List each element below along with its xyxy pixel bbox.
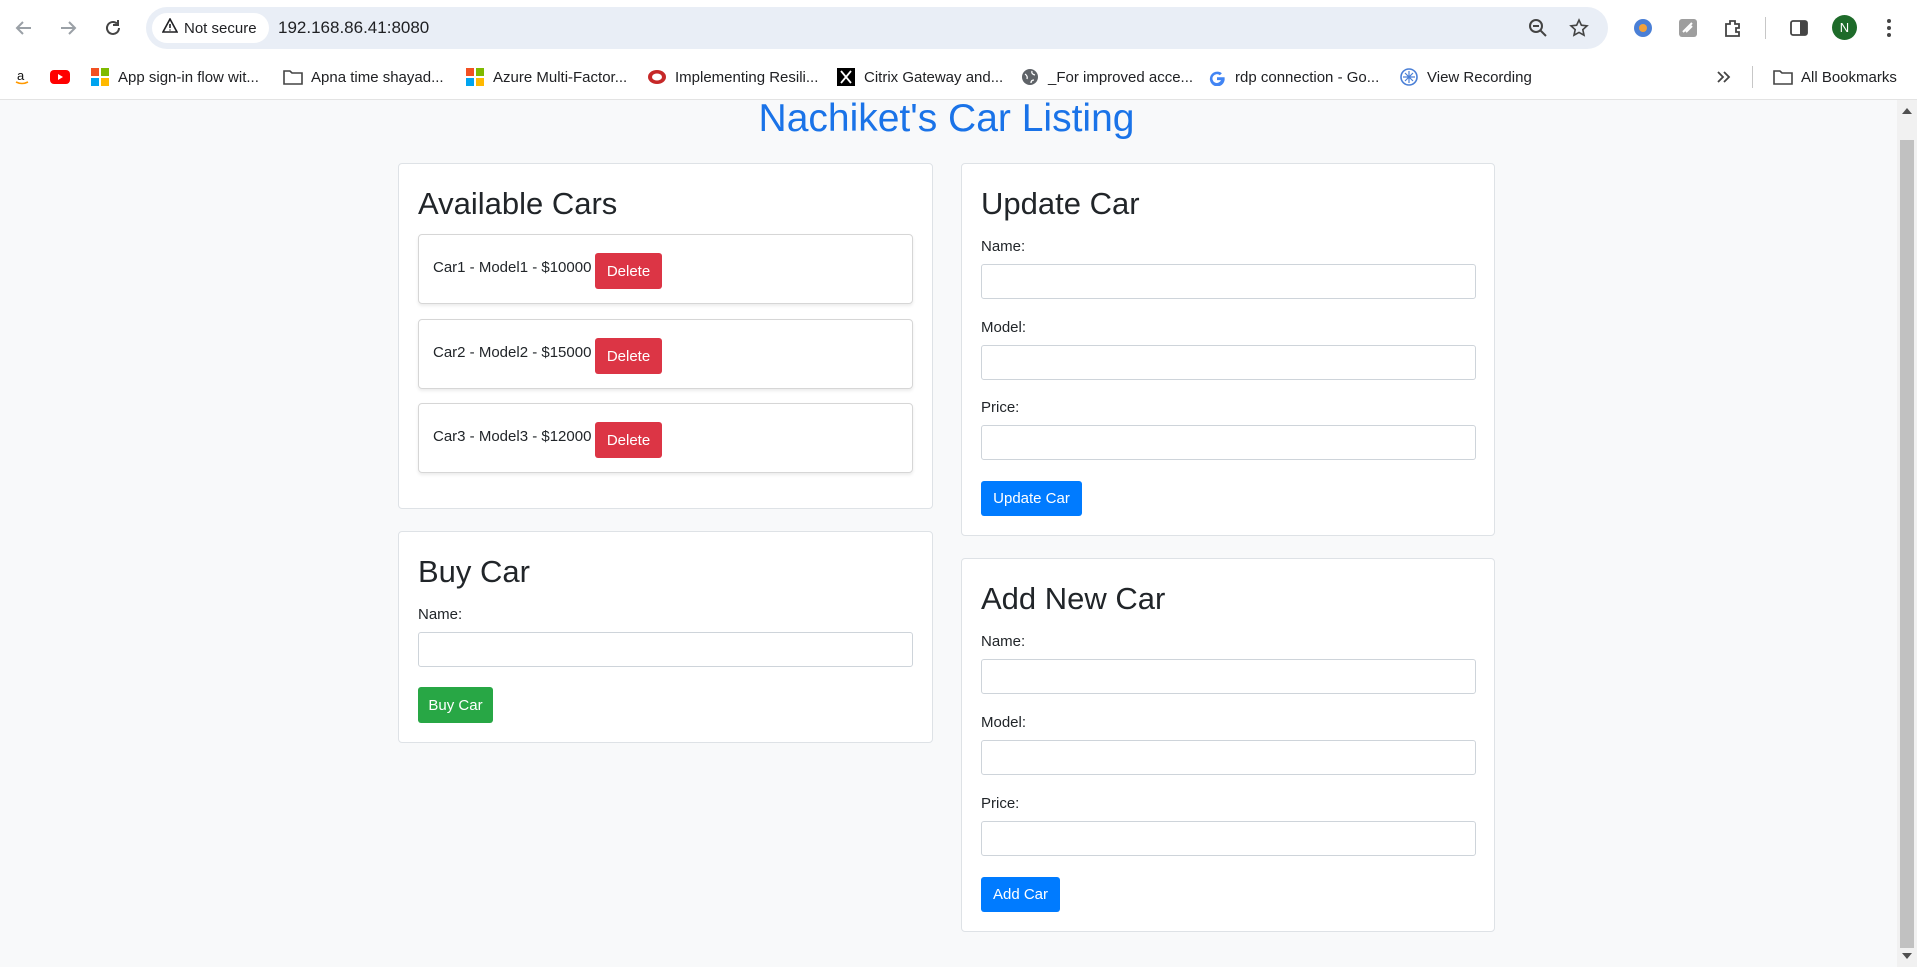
available-cars-card: Available Cars Car1 - Model1 - $10000 De… [398, 163, 933, 509]
svg-text:a: a [17, 68, 25, 83]
bookmark-item[interactable]: Implementing Resili... [647, 65, 818, 89]
url-text[interactable]: 192.168.86.41:8080 [278, 18, 429, 38]
add-car-heading: Add New Car [981, 581, 1166, 616]
reload-icon[interactable] [97, 12, 129, 44]
add-car-card: Add New Car Name: Model: Price: Add Car [961, 558, 1495, 932]
profile-avatar[interactable]: N [1832, 15, 1857, 40]
add-price-input[interactable] [981, 821, 1476, 856]
car-item-text: Car3 - Model3 - $12000 [433, 428, 592, 445]
add-model-input[interactable] [981, 740, 1476, 775]
update-model-input[interactable] [981, 345, 1476, 380]
page-title: Nachiket's Car Listing [758, 100, 1135, 140]
extensions-puzzle-icon[interactable] [1718, 13, 1748, 43]
buy-name-input[interactable] [418, 632, 913, 667]
buy-car-button[interactable]: Buy Car [418, 687, 493, 723]
add-name-label: Name: [981, 633, 1026, 650]
zoom-icon[interactable] [1526, 16, 1550, 40]
bookmark-label: Citrix Gateway and... [864, 68, 1004, 86]
update-price-label: Price: [981, 399, 1020, 416]
add-name-input[interactable] [981, 659, 1476, 694]
car-item-text: Car1 - Model1 - $10000 [433, 259, 592, 276]
scroll-down-arrow-icon[interactable] [1902, 953, 1912, 959]
bookmark-item[interactable]: rdp connection - Go... [1207, 65, 1379, 89]
bookmark-label: _For improved acce... [1048, 68, 1194, 86]
folder-icon [283, 67, 303, 87]
bookmark-label: App sign-in flow wit... [118, 68, 259, 86]
microsoft-icon [90, 67, 110, 87]
back-icon[interactable] [8, 12, 40, 44]
warning-icon [161, 17, 179, 38]
update-price-input[interactable] [981, 425, 1476, 460]
more-bookmarks-chevron-icon[interactable] [1716, 65, 1732, 89]
bookmark-label: Apna time shayad... [311, 68, 444, 86]
delete-car-button[interactable]: Delete [595, 253, 662, 289]
amazon-icon: a [12, 67, 32, 87]
bookmarks-divider [1752, 66, 1753, 88]
buy-car-heading: Buy Car [418, 554, 530, 589]
delete-car-button[interactable]: Delete [595, 422, 662, 458]
security-label: Not secure [184, 19, 257, 37]
toolbar-divider [1765, 17, 1766, 39]
bookmark-label: Azure Multi-Factor... [493, 68, 628, 86]
bookmark-label: View Recording [1427, 68, 1532, 86]
bookmark-item[interactable]: Citrix Gateway and... [836, 65, 1003, 89]
buy-name-label: Name: [418, 606, 463, 623]
address-bar[interactable]: Not secure 192.168.86.41:8080 [146, 7, 1608, 49]
page-scrollbar[interactable] [1897, 100, 1917, 967]
update-car-heading: Update Car [981, 186, 1140, 221]
bookmark-folder[interactable]: Apna time shayad... [283, 65, 444, 89]
folder-icon [1773, 67, 1793, 87]
update-name-label: Name: [981, 238, 1026, 255]
add-price-label: Price: [981, 795, 1020, 812]
update-name-input[interactable] [981, 264, 1476, 299]
bookmark-label: rdp connection - Go... [1235, 68, 1380, 86]
car-item-text: Car2 - Model2 - $15000 [433, 344, 592, 361]
recording-icon [1399, 67, 1419, 87]
add-car-button[interactable]: Add Car [981, 877, 1060, 912]
bookmark-item[interactable]: Azure Multi-Factor... [465, 65, 627, 89]
site-logo-icon [647, 67, 667, 87]
bookmark-item[interactable]: App sign-in flow wit... [90, 65, 259, 89]
car-list-item: Car2 - Model2 - $15000 Delete [418, 319, 913, 389]
globe-icon [1020, 67, 1040, 87]
page-viewport: Nachiket's Car Listing Available Cars Ca… [0, 100, 1897, 967]
update-model-label: Model: [981, 319, 1027, 336]
forward-icon[interactable] [52, 12, 84, 44]
site-security-chip[interactable]: Not secure [152, 13, 269, 43]
side-panel-icon[interactable] [1784, 13, 1814, 43]
bookmark-amazon[interactable]: a [12, 65, 32, 89]
kebab-menu-icon[interactable] [1874, 13, 1904, 43]
all-bookmarks-button[interactable]: All Bookmarks [1773, 65, 1897, 89]
extension-icon[interactable] [1628, 13, 1658, 43]
available-cars-heading: Available Cars [418, 186, 618, 221]
youtube-icon [50, 67, 70, 87]
extension-icon[interactable] [1673, 13, 1703, 43]
all-bookmarks-label: All Bookmarks [1801, 68, 1897, 86]
bookmark-youtube[interactable] [50, 65, 70, 89]
browser-toolbar: Not secure 192.168.86.41:8080 N [0, 0, 1917, 55]
microsoft-icon [465, 67, 485, 87]
x-logo-icon [836, 67, 856, 87]
bookmark-label: Implementing Resili... [675, 68, 819, 86]
update-car-button[interactable]: Update Car [981, 481, 1082, 516]
google-icon [1207, 67, 1227, 87]
delete-car-button[interactable]: Delete [595, 338, 662, 374]
scroll-up-arrow-icon[interactable] [1902, 108, 1912, 114]
bookmarks-bar: a App sign-in flow wit... Apna time shay… [0, 55, 1917, 100]
car-list-item: Car1 - Model1 - $10000 Delete [418, 234, 913, 304]
update-car-card: Update Car Name: Model: Price: Update Ca… [961, 163, 1495, 536]
car-list-item: Car3 - Model3 - $12000 Delete [418, 403, 913, 473]
bookmark-item[interactable]: _For improved acce... [1020, 65, 1193, 89]
add-model-label: Model: [981, 714, 1027, 731]
bookmark-star-icon[interactable] [1567, 16, 1591, 40]
bookmark-item[interactable]: View Recording [1399, 65, 1532, 89]
scrollbar-thumb[interactable] [1900, 140, 1914, 948]
buy-car-card: Buy Car Name: Buy Car [398, 531, 933, 743]
